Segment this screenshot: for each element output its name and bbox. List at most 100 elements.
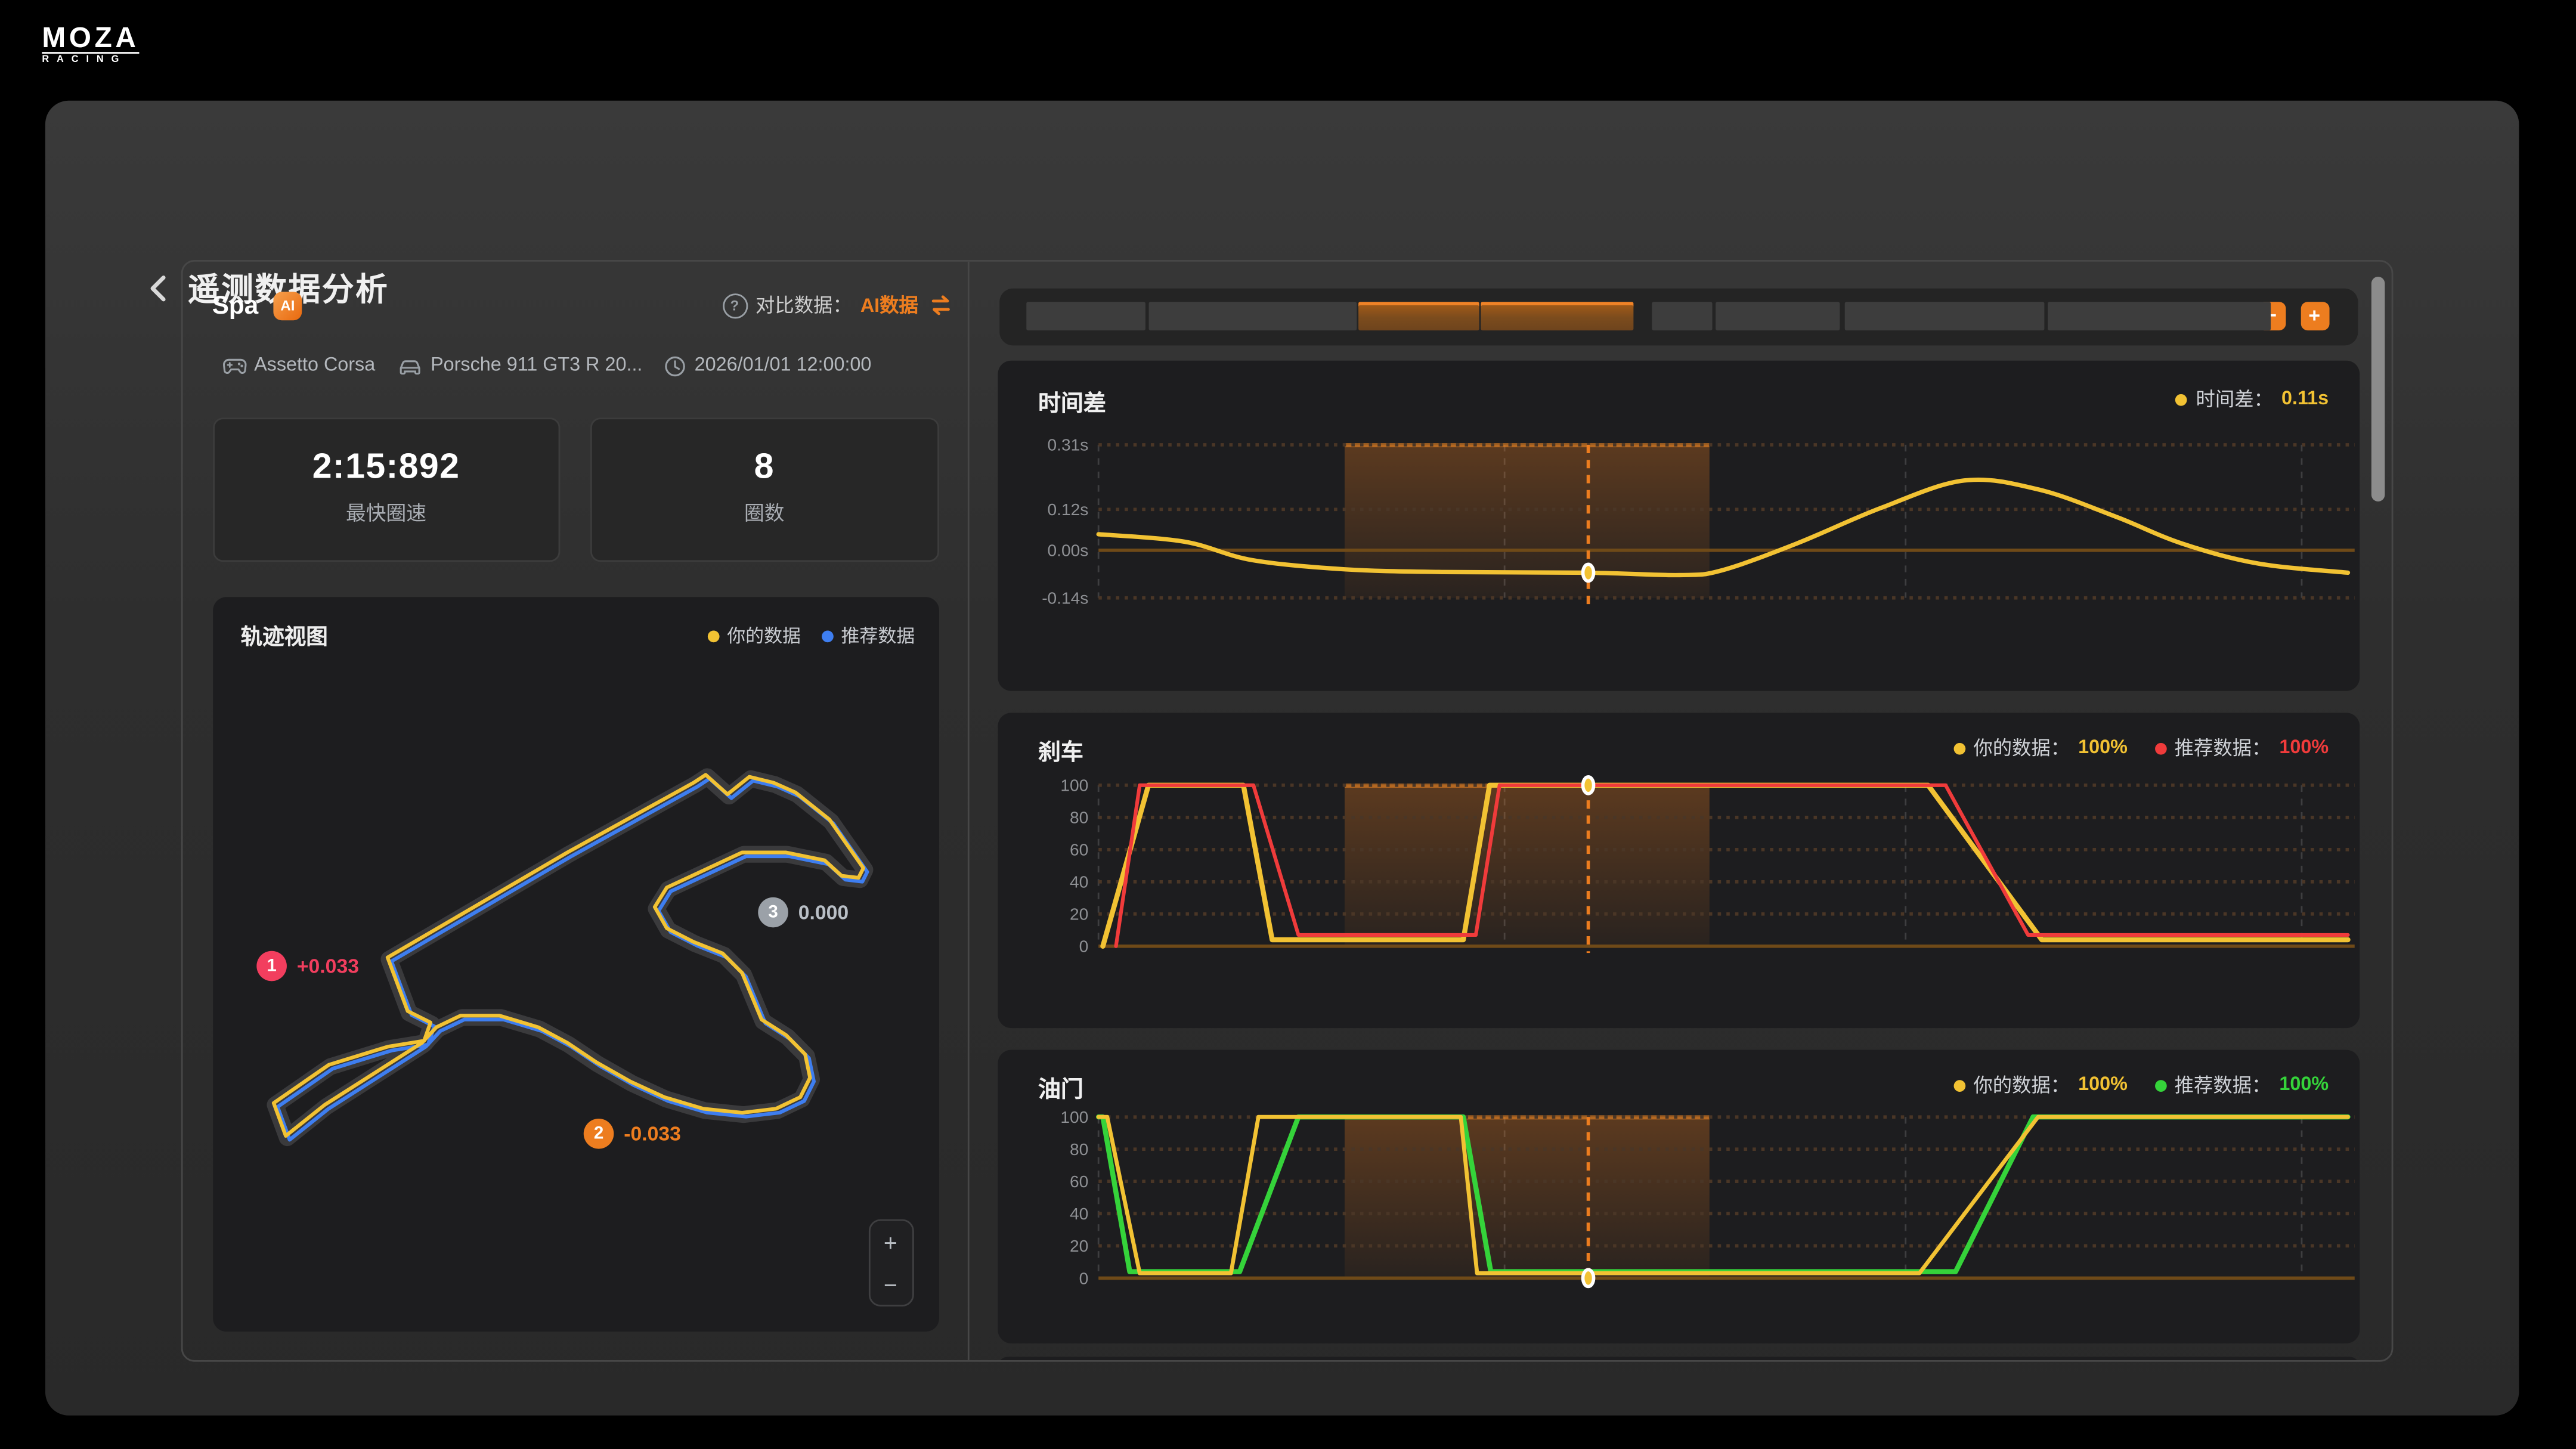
y-axis-tick-label: 0 — [1079, 1269, 1089, 1287]
app-root: MOZA RACING 遥测数据分析 Spa AI ? 对比数据： — [0, 0, 2576, 1449]
scrubber-segment[interactable] — [1651, 301, 1711, 330]
track-name: Spa — [212, 291, 258, 320]
track-zoom-out-button[interactable]: − — [884, 1272, 897, 1295]
chart-legend: 你的数据： 100% 推荐数据： 100% — [1953, 735, 2329, 761]
session-panel: Spa AI ? 对比数据： AI数据 — [182, 261, 968, 1359]
scrubber-segment-selected[interactable] — [1358, 301, 1479, 330]
chart-legend-entry: 推荐数据： 100% — [2154, 1072, 2329, 1098]
legend-value: 100% — [2279, 1075, 2329, 1095]
scrubber-segment[interactable] — [1844, 301, 2044, 330]
chart-title: 时间差 — [1038, 384, 1106, 417]
scrubber-segment-selected[interactable] — [1480, 301, 1633, 330]
sector-marker-number: 3 — [758, 897, 788, 928]
sector-marker-delta: -0.033 — [624, 1121, 681, 1144]
session-header: Spa AI ? 对比数据： AI数据 — [212, 291, 953, 320]
logo-subtitle: RACING — [42, 55, 139, 66]
compare-value[interactable]: AI数据 — [860, 292, 918, 318]
legend-dot-icon — [1953, 1079, 1965, 1091]
your-line — [273, 775, 863, 1136]
car-icon — [397, 357, 422, 375]
legend-dot-icon — [2176, 394, 2188, 405]
game-info: Assetto Corsa — [222, 355, 376, 376]
content-card: Spa AI ? 对比数据： AI数据 — [180, 259, 2392, 1361]
gamepad-icon — [222, 357, 246, 375]
session-meta: Assetto Corsa Porsche 911 GT3 R 20... — [222, 355, 872, 377]
sector-marker-number: 1 — [256, 950, 287, 980]
legend-label: 推荐数据： — [2175, 735, 2271, 761]
y-axis-tick-label: 0.00s — [1048, 541, 1089, 560]
series-line-你的数据 — [1098, 1117, 2348, 1273]
scrubber-segment[interactable] — [2047, 301, 2270, 330]
y-axis-tick-label: 40 — [1070, 1205, 1088, 1223]
back-button[interactable] — [149, 274, 166, 301]
charts-panel: − + 时间差时间差：0.11s0.31s0.12s0.00s-0.14s刹车你… — [968, 261, 2391, 1359]
moza-logo: MOZA RACING — [42, 25, 139, 66]
track-view-card: 轨迹视图 你的数据推荐数据 1+0.0332-0.03330.000 + − — [212, 597, 939, 1332]
legend-label: 你的数据： — [1973, 735, 2070, 761]
stats-row: 2:15:892 最快圈速 8 圈数 — [212, 417, 939, 562]
sector-marker: 2 -0.033 — [584, 1118, 681, 1148]
sector-marker-number: 2 — [584, 1118, 614, 1148]
timeline-zoom-in-button[interactable]: + — [2300, 302, 2329, 329]
logo-title: MOZA — [42, 25, 139, 50]
lap-count-label: 圈数 — [592, 498, 937, 527]
compare-data-control: ? 对比数据： AI数据 — [722, 292, 953, 318]
selection-highlight — [1345, 1117, 1710, 1278]
datetime-info: 2026/01/01 12:00:00 — [664, 355, 871, 377]
chart-legend: 你的数据： 100%推荐数据： 100% — [1953, 1072, 2329, 1098]
playhead-dot[interactable] — [1583, 564, 1594, 581]
timeline-scrubber[interactable]: − + — [999, 287, 2357, 345]
y-axis-tick-label: 60 — [1070, 841, 1088, 859]
y-axis-tick-label: 60 — [1070, 1172, 1088, 1191]
y-axis-tick-label: 40 — [1070, 873, 1088, 891]
legend-value: 0.11s — [2281, 389, 2329, 410]
track-zoom-in-button[interactable]: + — [884, 1230, 897, 1253]
chart-card-时间差: 时间差 时间差：0.11s 0.31s 0.12s 0.00s -0.14s — [998, 361, 2358, 691]
legend-label: 你的数据： — [1973, 1072, 2070, 1098]
chart-legend-entry: 你的数据： 100% — [1953, 735, 2128, 761]
chart-legend-entry: 时间差：0.11s — [2176, 386, 2329, 413]
vertical-scrollbar-thumb[interactable] — [2371, 277, 2384, 500]
scrubber-segment[interactable] — [1148, 301, 1356, 330]
y-axis-tick-label: 0 — [1079, 937, 1089, 956]
chart-title: 油门 — [1038, 1070, 1083, 1103]
scrubber-segment[interactable] — [1715, 301, 1839, 330]
playhead-dot[interactable] — [1583, 777, 1594, 794]
scrubber-segment[interactable] — [1026, 301, 1145, 330]
selection-highlight — [1345, 785, 1710, 946]
next-chart-card-peek — [998, 1357, 2358, 1361]
fastest-lap-value: 2:15:892 — [214, 448, 559, 488]
legend-label: 推荐数据： — [2175, 1072, 2271, 1098]
y-axis-tick-label: 0.12s — [1048, 500, 1089, 519]
stat-lap-count: 8 圈数 — [590, 417, 939, 562]
y-axis-tick-label: 0.31s — [1048, 436, 1089, 454]
sector-marker: 30.000 — [758, 897, 849, 928]
chart-title: 刹车 — [1038, 733, 1083, 766]
chart-card-刹车: 刹车你的数据：100%推荐数据：100%100806040200 — [998, 713, 2358, 1028]
car-name: Porsche 911 GT3 R 20... — [431, 355, 642, 376]
legend-value: 100% — [2279, 738, 2329, 758]
clock-icon — [664, 355, 686, 377]
recommended-line — [277, 779, 866, 1140]
datetime-value: 2026/01/01 12:00:00 — [695, 355, 872, 376]
y-axis-tick-label: 20 — [1070, 905, 1088, 924]
swap-icon[interactable] — [927, 295, 953, 315]
track-bed — [274, 776, 864, 1138]
sector-marker-delta: +0.033 — [297, 953, 359, 977]
stat-fastest-lap: 2:15:892 最快圈速 — [212, 417, 561, 562]
sector-marker: 1 +0.033 — [256, 950, 359, 980]
series-line-时间差 — [1098, 479, 2348, 575]
chart-card-油门: 油门你的数据：100%推荐数据：100%100806040200 — [998, 1050, 2358, 1343]
ai-badge: AI — [273, 291, 302, 320]
y-axis-tick-label: 80 — [1070, 809, 1088, 827]
legend-dot-icon — [2154, 1079, 2166, 1091]
car-info: Porsche 911 GT3 R 20... — [397, 355, 643, 376]
playhead-dot[interactable] — [1583, 1270, 1594, 1286]
help-icon[interactable]: ? — [722, 293, 747, 318]
legend-value: 100% — [2078, 738, 2128, 758]
y-axis-tick-label: -0.14s — [1042, 589, 1088, 608]
compare-label: 对比数据： — [756, 292, 852, 318]
y-axis-tick-label: 100 — [1060, 1108, 1088, 1126]
y-axis-tick-label: 20 — [1070, 1237, 1088, 1255]
legend-dot-icon — [1953, 742, 1965, 754]
